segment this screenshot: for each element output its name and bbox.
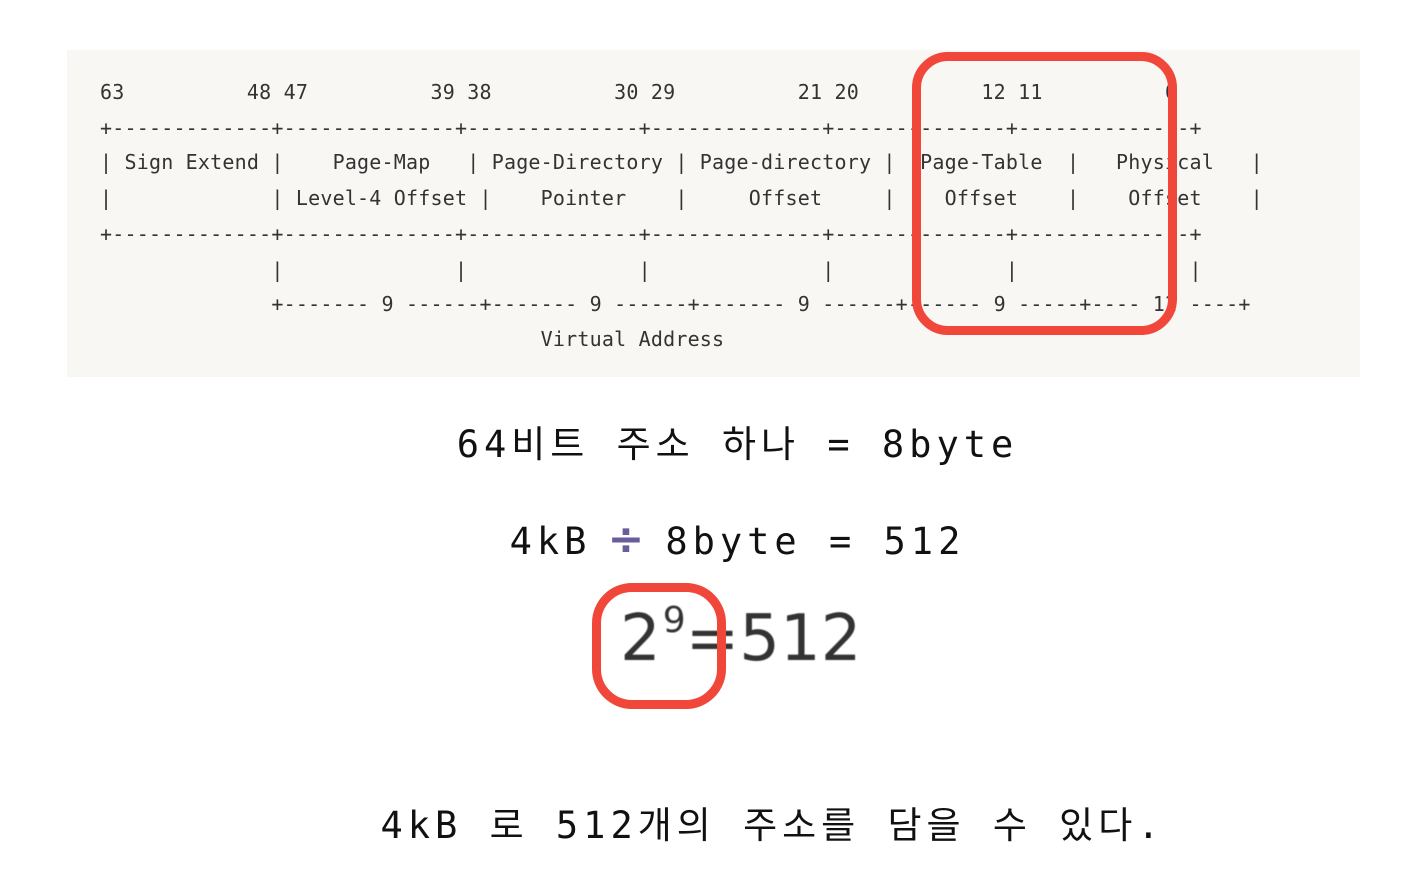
exponent-highlight xyxy=(592,583,726,709)
division-caption: 4kB ÷ 8byte = 512 xyxy=(0,514,1405,565)
divide-icon: ÷ xyxy=(607,514,650,565)
address-size-caption: 64비트 주소 하나 = 8byte xyxy=(456,423,1019,466)
division-left: 4kB xyxy=(509,520,592,563)
page-table-highlight xyxy=(912,52,1177,335)
conclusion-caption: 4kB 로 512개의 주소를 담을 수 있다. xyxy=(380,804,1165,847)
virtual-address-label: Virtual Address xyxy=(100,327,725,351)
division-right: 8byte = 512 xyxy=(665,520,966,563)
